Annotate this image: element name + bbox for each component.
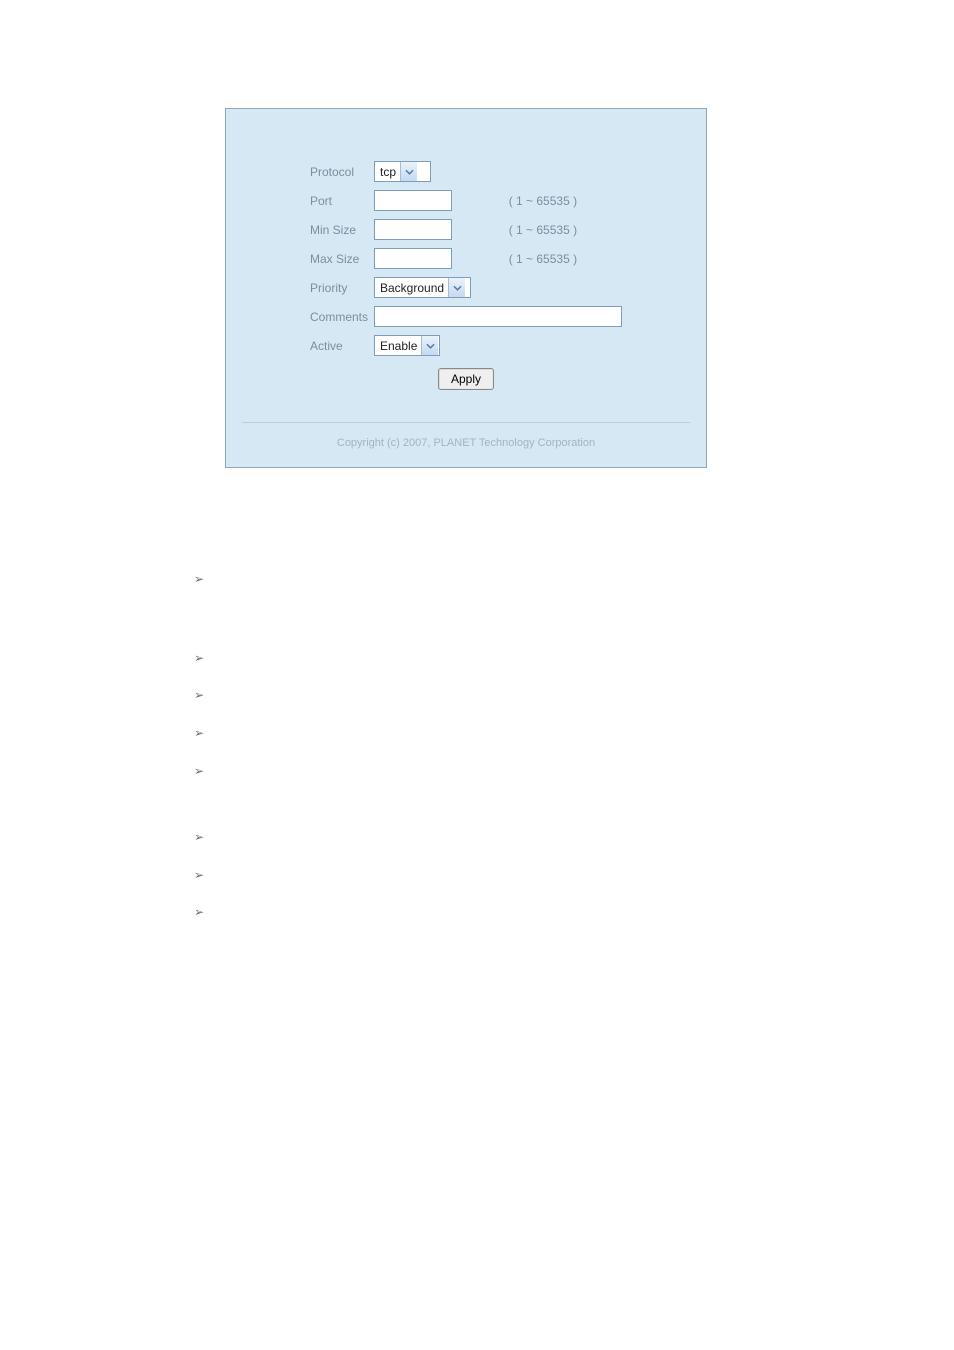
active-select-value: Enable xyxy=(375,339,421,353)
bullet-icon: ➢ xyxy=(194,689,204,701)
bullet-icon: ➢ xyxy=(194,765,204,777)
min-size-input[interactable] xyxy=(374,219,452,240)
form-table: Protocol tcp Port ( 1 ~ 65535 ) Min Size xyxy=(307,157,625,394)
row-priority: Priority Background xyxy=(307,273,625,302)
panel-body: Protocol tcp Port ( 1 ~ 65535 ) Min Size xyxy=(226,109,706,422)
label-min-size: Min Size xyxy=(307,215,371,244)
port-hint: ( 1 ~ 65535 ) xyxy=(506,186,625,215)
priority-select[interactable]: Background xyxy=(374,277,471,298)
bullet-icon: ➢ xyxy=(194,906,204,918)
min-size-hint: ( 1 ~ 65535 ) xyxy=(506,215,625,244)
apply-button[interactable]: Apply xyxy=(438,368,494,390)
row-apply: Apply xyxy=(307,360,625,394)
bullet-icon: ➢ xyxy=(194,652,204,664)
chevron-down-icon xyxy=(400,162,417,181)
max-size-hint: ( 1 ~ 65535 ) xyxy=(506,244,625,273)
comments-input[interactable] xyxy=(374,306,622,327)
row-max-size: Max Size ( 1 ~ 65535 ) xyxy=(307,244,625,273)
row-min-size: Min Size ( 1 ~ 65535 ) xyxy=(307,215,625,244)
bullet-icon: ➢ xyxy=(194,869,204,881)
chevron-down-icon xyxy=(421,336,438,355)
port-input[interactable] xyxy=(374,190,452,211)
row-port: Port ( 1 ~ 65535 ) xyxy=(307,186,625,215)
label-active: Active xyxy=(307,331,371,360)
bullet-icon: ➢ xyxy=(194,573,204,585)
label-comments: Comments xyxy=(307,302,371,331)
row-protocol: Protocol tcp xyxy=(307,157,625,186)
label-max-size: Max Size xyxy=(307,244,371,273)
label-protocol: Protocol xyxy=(307,157,371,186)
label-port: Port xyxy=(307,186,371,215)
protocol-select[interactable]: tcp xyxy=(374,161,431,182)
max-size-input[interactable] xyxy=(374,248,452,269)
bullet-icon: ➢ xyxy=(194,831,204,843)
active-select[interactable]: Enable xyxy=(374,335,440,356)
row-active: Active Enable xyxy=(307,331,625,360)
qos-settings-panel: Protocol tcp Port ( 1 ~ 65535 ) Min Size xyxy=(225,108,707,468)
row-comments: Comments xyxy=(307,302,625,331)
bullet-icon: ➢ xyxy=(194,727,204,739)
label-priority: Priority xyxy=(307,273,371,302)
priority-select-value: Background xyxy=(375,281,448,295)
protocol-select-value: tcp xyxy=(375,165,400,179)
copyright-text: Copyright (c) 2007, PLANET Technology Co… xyxy=(226,423,706,467)
chevron-down-icon xyxy=(448,278,465,297)
